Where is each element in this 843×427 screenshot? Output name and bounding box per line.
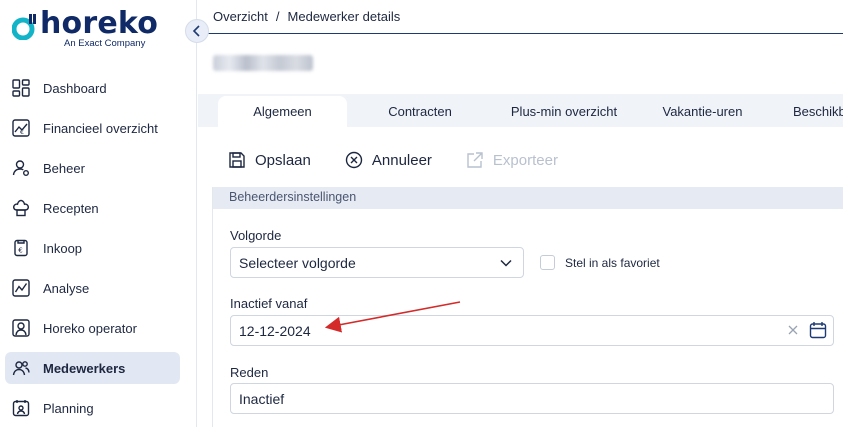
tab-plus-min-overzicht[interactable]: Plus-min overzicht xyxy=(494,96,634,127)
sidebar-item-beheer[interactable]: Beheer xyxy=(5,152,180,184)
sidebar-item-medewerkers[interactable]: Medewerkers xyxy=(5,352,180,384)
sidebar-nav: Dashboard € Financieel overzicht Beheer … xyxy=(5,72,180,427)
svg-text:€: € xyxy=(20,129,24,136)
sidebar-item-label: Horeko operator xyxy=(43,320,137,336)
chevron-left-icon xyxy=(192,25,200,37)
sidebar-item-label: Financieel overzicht xyxy=(43,120,158,136)
save-button[interactable]: Opslaan xyxy=(228,151,311,169)
sidebar-item-financieel-overzicht[interactable]: € Financieel overzicht xyxy=(5,112,180,144)
breadcrumb-separator: / xyxy=(275,9,280,24)
logo-tagline: An Exact Company xyxy=(64,38,146,49)
reason-input[interactable]: Inactief xyxy=(230,383,834,414)
sidebar-item-dashboard[interactable]: Dashboard xyxy=(5,72,180,104)
sidebar-item-label: Dashboard xyxy=(43,80,107,96)
cancel-button[interactable]: Annuleer xyxy=(345,151,432,169)
svg-text:€: € xyxy=(18,247,22,255)
sidebar-item-label: Medewerkers xyxy=(43,360,126,376)
export-button-label: Exporteer xyxy=(492,151,558,169)
logo-mark-icon xyxy=(12,14,36,40)
finance-icon: € xyxy=(11,118,31,138)
employee-name-blurred xyxy=(213,55,313,71)
breadcrumb: Overzicht / Medewerker details xyxy=(198,0,843,34)
admin-settings-panel: Beheerdersinstellingen Volgorde Selectee… xyxy=(212,187,843,427)
clear-icon[interactable] xyxy=(787,324,799,336)
employees-icon xyxy=(11,358,31,378)
tab-algemeen[interactable]: Algemeen xyxy=(218,96,347,127)
sidebar-item-analyse[interactable]: Analyse xyxy=(5,272,180,304)
reason-value: Inactief xyxy=(239,390,285,407)
logo[interactable]: horeko An Exact Company xyxy=(12,6,162,50)
toolbar: Opslaan Annuleer Exporteer xyxy=(228,148,592,172)
main-content: Overzicht / Medewerker details Algemeen … xyxy=(198,0,843,427)
purchase-icon: € xyxy=(11,238,31,258)
section-title: Beheerdersinstellingen xyxy=(213,187,843,209)
cancel-icon xyxy=(345,151,363,169)
sidebar-item-label: Analyse xyxy=(43,280,90,296)
chef-hat-icon xyxy=(11,198,31,218)
favorite-checkbox[interactable] xyxy=(540,255,555,270)
app-window: horeko An Exact Company Dashboard € Fina… xyxy=(0,0,843,427)
sidebar-item-horeko-operator[interactable]: Horeko operator xyxy=(5,312,180,344)
reason-label: Reden xyxy=(230,365,269,380)
export-button[interactable]: Exporteer xyxy=(466,151,558,169)
inactive-from-label: Inactief vanaf xyxy=(230,296,308,311)
operator-icon xyxy=(11,318,31,338)
cancel-button-label: Annuleer xyxy=(371,151,432,169)
favorite-label: Stel in als favoriet xyxy=(565,255,660,270)
sidebar-item-label: Beheer xyxy=(43,160,85,176)
calendar-icon[interactable] xyxy=(809,321,827,339)
dashboard-icon xyxy=(11,78,31,98)
sidebar-item-label: Inkoop xyxy=(43,240,83,256)
logo-wordmark: horeko xyxy=(40,6,159,41)
chevron-down-icon xyxy=(500,259,512,267)
breadcrumb-current: Medewerker details xyxy=(287,9,401,24)
save-icon xyxy=(229,152,245,168)
sidebar-item-inkoop[interactable]: € Inkoop xyxy=(5,232,180,264)
date-input-actions xyxy=(787,321,827,339)
sidebar: horeko An Exact Company Dashboard € Fina… xyxy=(0,0,197,427)
save-button-label: Opslaan xyxy=(255,151,311,169)
order-select[interactable]: Selecteer volgorde xyxy=(230,247,524,278)
sidebar-item-label: Recepten xyxy=(43,200,99,216)
collapse-sidebar-button[interactable] xyxy=(185,19,209,43)
favorite-checkbox-wrap[interactable]: Stel in als favoriet xyxy=(540,255,660,270)
tab-beschikbaarheid[interactable]: Beschikb xyxy=(783,96,843,127)
sidebar-item-planning[interactable]: Planning xyxy=(5,392,180,424)
export-icon xyxy=(467,152,483,168)
tab-vakantie-uren[interactable]: Vakantie-uren xyxy=(650,96,755,127)
chart-icon xyxy=(11,278,31,298)
breadcrumb-overzicht-link[interactable]: Overzicht xyxy=(213,9,268,24)
user-settings-icon xyxy=(11,158,31,178)
sidebar-item-recepten[interactable]: Recepten xyxy=(5,192,180,224)
inactive-from-value: 12-12-2024 xyxy=(239,322,311,339)
order-select-value: Selecteer volgorde xyxy=(239,254,356,271)
planning-icon xyxy=(11,398,31,418)
tab-contracten[interactable]: Contracten xyxy=(368,96,472,127)
sidebar-item-label: Planning xyxy=(43,400,94,416)
order-label: Volgorde xyxy=(230,228,282,243)
inactive-from-date-input[interactable]: 12-12-2024 xyxy=(230,315,834,346)
